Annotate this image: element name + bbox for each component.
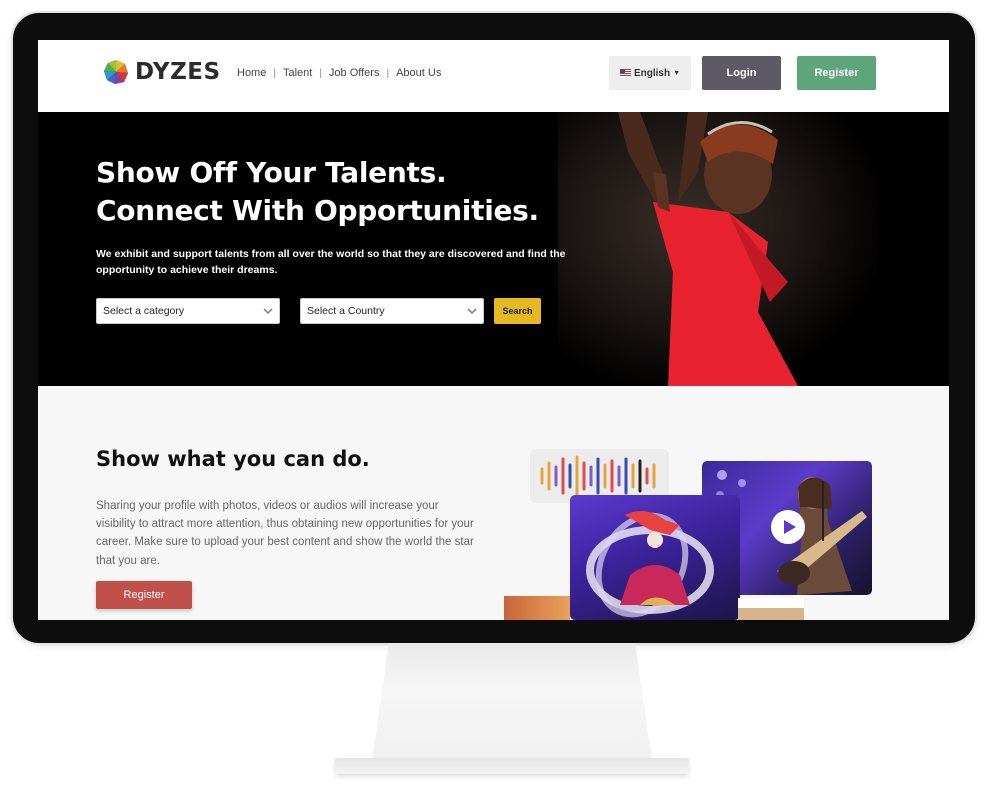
us-flag-icon (619, 69, 631, 77)
main-menu: Home | Talent | Job Offers | About Us (237, 67, 441, 79)
showcase-section: Show what you can do. Sharing your profi… (38, 386, 949, 620)
monitor-base (335, 758, 689, 774)
nav-talent[interactable]: Talent (283, 67, 312, 79)
top-navbar: DYZES Home | Talent | Job Offers | About… (38, 40, 949, 112)
country-select-value: Select a Country (307, 305, 385, 317)
menu-separator: | (319, 67, 322, 79)
section-title: Show what you can do. (96, 447, 370, 471)
website-screen: DYZES Home | Talent | Job Offers | About… (38, 40, 949, 620)
hero-title: Show Off Your Talents. Connect With Oppo… (96, 154, 539, 230)
hero-subtitle: We exhibit and support talents from all … (96, 248, 566, 276)
search-button[interactable]: Search (494, 298, 541, 324)
category-select[interactable]: Select a category (96, 298, 280, 324)
dancer-illustration (618, 112, 798, 386)
hero-title-line1: Show Off Your Talents. (96, 156, 447, 189)
section-register-button[interactable]: Register (96, 581, 192, 609)
photo-card[interactable] (570, 495, 740, 620)
brand-name: DYZES (135, 59, 221, 85)
monitor-stand (372, 643, 652, 761)
register-button[interactable]: Register (797, 56, 876, 90)
thumbnail-image (504, 596, 570, 620)
nav-about-us[interactable]: About Us (396, 67, 441, 79)
menu-separator: | (386, 67, 390, 79)
menu-separator: | (273, 67, 276, 79)
thumbnail-frame (738, 598, 804, 608)
hero-banner: Show Off Your Talents. Connect With Oppo… (38, 112, 949, 386)
play-icon[interactable] (770, 509, 806, 545)
hero-title-line2: Connect With Opportunities. (96, 194, 539, 227)
language-label: English (633, 67, 671, 79)
chevron-down-icon (263, 308, 273, 314)
login-button[interactable]: Login (702, 56, 781, 90)
performer-illustration (586, 511, 714, 618)
chevron-down-icon: ▼ (673, 69, 681, 77)
brand-logo[interactable]: DYZES (103, 59, 221, 85)
language-selector[interactable]: English ▼ (609, 56, 691, 90)
section-text: Sharing your profile with photos, videos… (96, 500, 474, 567)
nav-home[interactable]: Home (237, 67, 266, 79)
category-select-value: Select a category (103, 305, 185, 317)
country-select[interactable]: Select a Country (300, 298, 484, 324)
hero-photo (558, 112, 878, 386)
logo-icon (104, 60, 128, 84)
nav-job-offers[interactable]: Job Offers (329, 67, 380, 79)
chevron-down-icon (467, 308, 477, 314)
thumbnail-image (738, 608, 804, 620)
